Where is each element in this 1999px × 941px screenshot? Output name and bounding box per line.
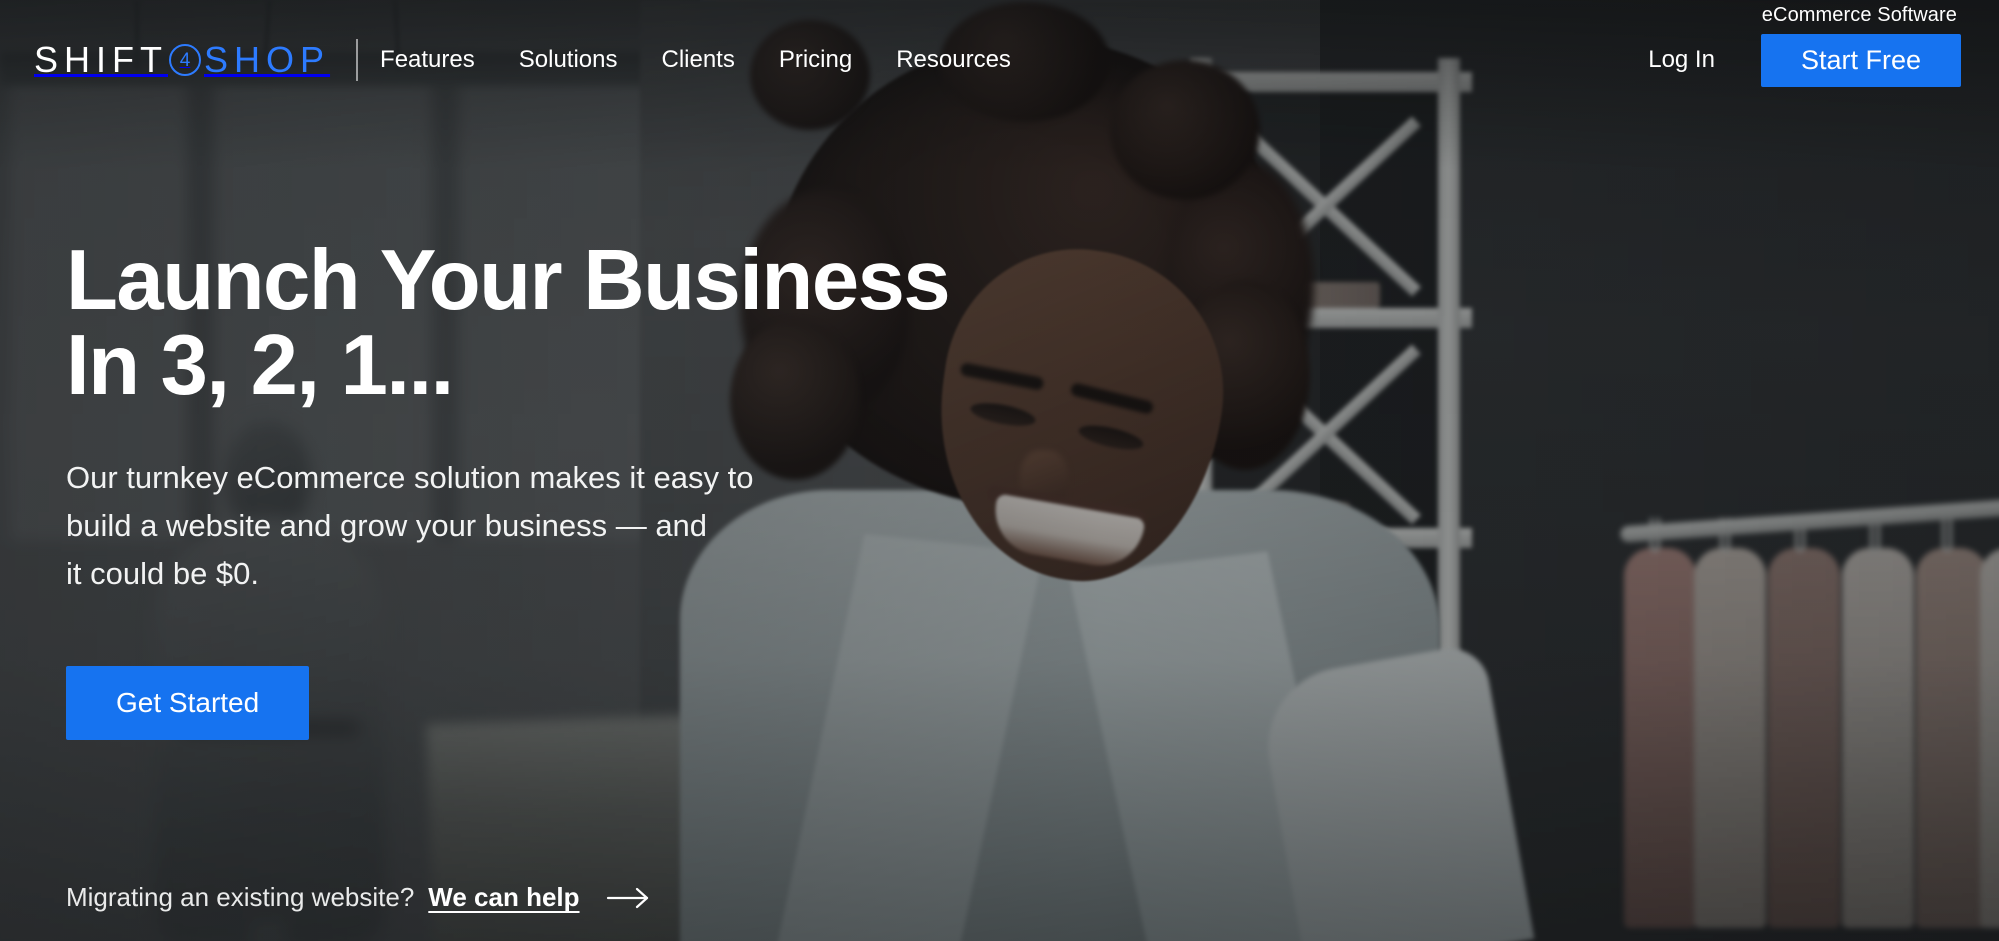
nav-item-resources[interactable]: Resources [896, 46, 1011, 74]
log-in-link[interactable]: Log In [1648, 46, 1715, 74]
migration-prompt: Migrating an existing website? We can he… [66, 882, 652, 913]
nav-item-solutions[interactable]: Solutions [519, 46, 618, 74]
main-navbar: SHIFT 4 SHOP Features Solutions Clients … [0, 26, 1999, 94]
navbar-divider [356, 39, 359, 81]
nav-item-clients[interactable]: Clients [661, 46, 734, 74]
hero-page: eCommerce Software SHIFT 4 SHOP Features… [0, 0, 1999, 941]
nav-item-pricing[interactable]: Pricing [779, 46, 852, 74]
hero-headline: Launch Your Business In 3, 2, 1... [66, 233, 951, 413]
ecommerce-software-label: eCommerce Software [1761, 3, 1957, 26]
start-free-button[interactable]: Start Free [1760, 33, 1961, 87]
logo-shop-text: SHOP [204, 39, 331, 80]
hero-content: Launch Your Business In 3, 2, 1... Our t… [66, 233, 1046, 741]
nav-item-features[interactable]: Features [380, 46, 475, 74]
we-can-help-link[interactable]: We can help [428, 882, 579, 913]
logo-four-circle-icon: 4 [169, 44, 201, 76]
shift4shop-logo[interactable]: SHIFT 4 SHOP [34, 38, 330, 82]
nav-links: Features Solutions Clients Pricing Resou… [380, 46, 1011, 74]
migration-question: Migrating an existing website? [66, 882, 415, 912]
logo-shift-text: SHIFT [34, 39, 168, 80]
arrow-right-icon[interactable] [606, 885, 652, 911]
navbar-actions: Log In Start Free [1648, 33, 1961, 87]
hero-subheadline: Our turnkey eCommerce solution makes it … [66, 460, 754, 592]
get-started-button[interactable]: Get Started [66, 666, 310, 741]
